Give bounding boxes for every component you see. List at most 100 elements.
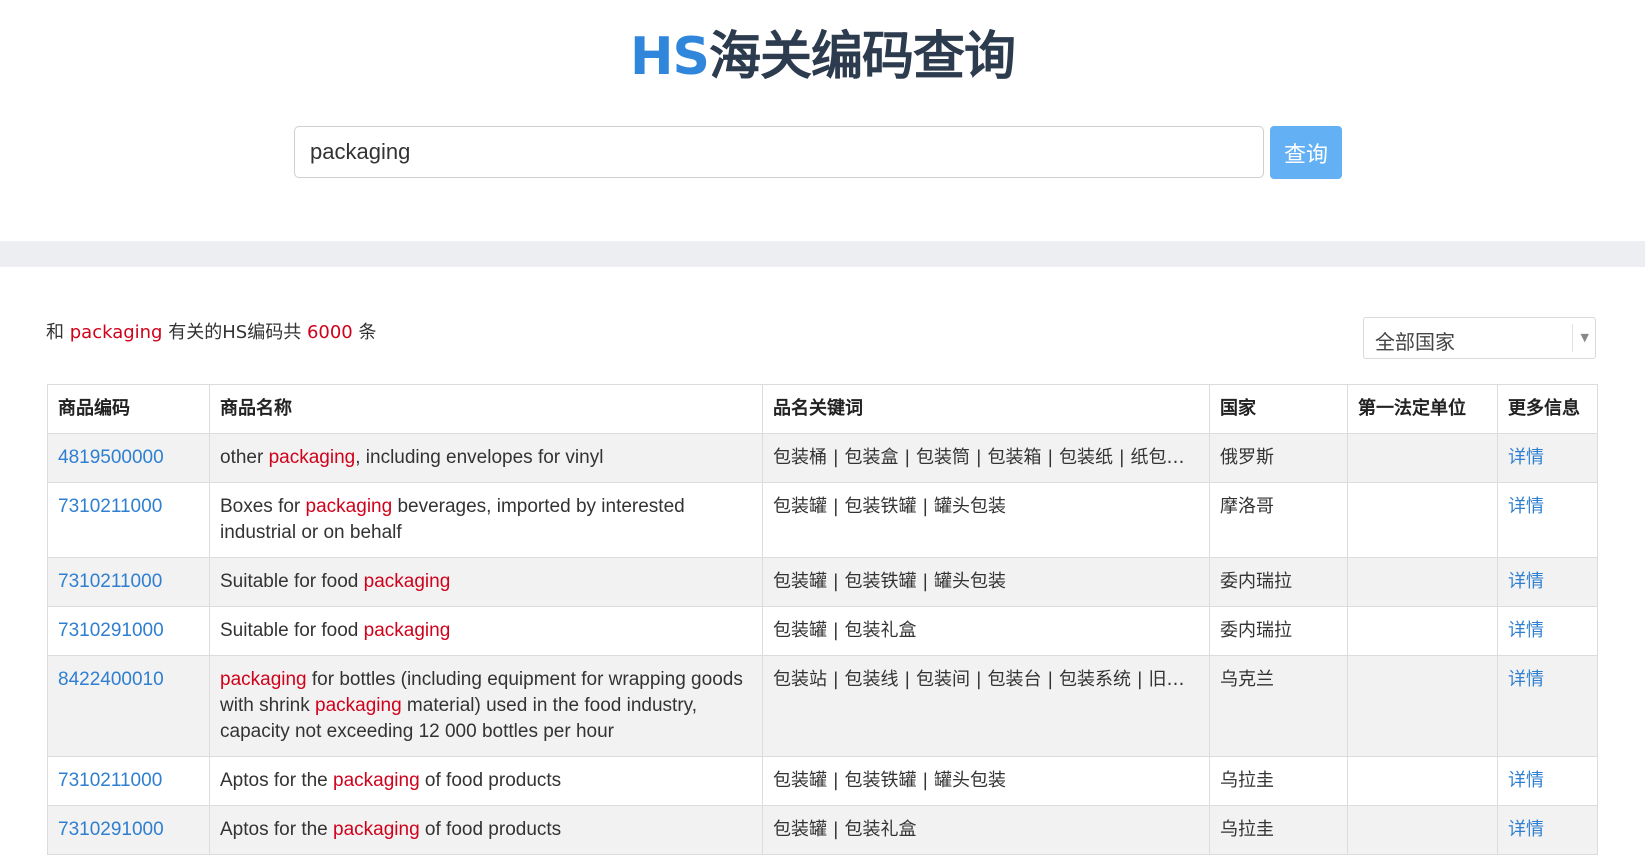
cell-more: 详情 [1497, 655, 1598, 757]
table-row: 7310291000 Aptos for the packaging of foo… [47, 805, 1598, 855]
hs-code-link[interactable]: 7310211000 [58, 571, 162, 592]
cell-unit [1347, 557, 1498, 607]
summary-middle: 有关的HS编码共 [168, 322, 302, 343]
keywords-text: 包装站 | 包装线 | 包装间 | 包装台 | 包装系统 | 旧包装机械 [773, 669, 1199, 690]
cell-code: 7310211000 [47, 756, 210, 806]
select-divider [1572, 324, 1573, 352]
name-text: Aptos for the [220, 770, 334, 791]
summary-count: 6000 [306, 322, 353, 343]
name-text: Boxes for [220, 496, 306, 517]
cell-more: 详情 [1497, 805, 1598, 855]
name-highlight: packaging [315, 695, 402, 716]
name-highlight: packaging [363, 620, 451, 641]
cell-more: 详情 [1497, 433, 1598, 483]
keywords-text: 包装罐 | 包装铁罐 | 罐头包装 [773, 496, 1007, 517]
hs-code-link[interactable]: 4819500000 [58, 447, 164, 468]
summary-keyword: packaging [69, 322, 163, 343]
hs-code-link[interactable]: 7310211000 [58, 770, 162, 791]
name-highlight: packaging [333, 770, 420, 791]
cell-unit [1347, 482, 1498, 558]
name-text: Suitable for food [220, 571, 364, 592]
cell-name: Boxes for packaging beverages, imported … [209, 482, 763, 558]
hs-code-link[interactable]: 8422400010 [58, 669, 164, 690]
header-code: 商品编码 [47, 384, 210, 434]
cell-code: 7310211000 [47, 482, 210, 558]
hs-code-link[interactable]: 7310291000 [58, 819, 164, 840]
cell-country: 摩洛哥 [1209, 482, 1348, 558]
name-text: Aptos for the [220, 819, 334, 840]
detail-link[interactable]: 详情 [1508, 620, 1544, 641]
cell-name: Aptos for the packaging of food products [209, 756, 763, 806]
cell-unit [1347, 655, 1498, 757]
cell-keywords: 包装站 | 包装线 | 包装间 | 包装台 | 包装系统 | 旧包装机械 [762, 655, 1210, 757]
cell-keywords: 包装桶 | 包装盒 | 包装筒 | 包装箱 | 包装纸 | 纸包装 | 纸制包装… [762, 433, 1210, 483]
cell-name: other packaging, including envelopes for… [209, 433, 763, 483]
cell-name: Suitable for food packaging [209, 606, 763, 656]
cell-name: packaging for bottles (including equipme… [209, 655, 763, 757]
table-row: 8422400010 packaging for bottles (includi… [47, 655, 1598, 757]
site-title-text: 海关编码查询 [708, 27, 1016, 87]
cell-unit [1347, 805, 1498, 855]
name-text: of food products [419, 819, 562, 840]
result-summary: 和 packaging 有关的HS编码共 6000 条 [46, 318, 376, 344]
header-more: 更多信息 [1497, 384, 1598, 434]
detail-link[interactable]: 详情 [1508, 496, 1544, 517]
name-highlight: packaging [333, 819, 420, 840]
table-row: 7310291000 Suitable for food packaging 包装罐… [47, 606, 1598, 656]
cell-more: 详情 [1497, 606, 1598, 656]
header-name: 商品名称 [209, 384, 763, 434]
cell-more: 详情 [1497, 756, 1598, 806]
name-highlight: packaging [220, 669, 307, 690]
detail-link[interactable]: 详情 [1508, 669, 1544, 690]
summary-suffix: 条 [358, 322, 377, 343]
detail-link[interactable]: 详情 [1508, 770, 1544, 791]
detail-link[interactable]: 详情 [1508, 447, 1544, 468]
cell-unit [1347, 756, 1498, 806]
cell-country: 俄罗斯 [1209, 433, 1348, 483]
cell-unit [1347, 606, 1498, 656]
cell-country: 乌拉圭 [1209, 805, 1348, 855]
table-row: 7310211000 Boxes for packaging beverages,… [47, 482, 1598, 558]
country-filter-value: 全部国家 [1375, 330, 1455, 354]
name-text: Suitable for food [220, 620, 364, 641]
summary-prefix: 和 [46, 322, 64, 343]
table-row: 7310211000 Aptos for the packaging of foo… [47, 756, 1598, 806]
table-header-row: 商品编码 商品名称 品名关键词 国家 第一法定单位 更多信息 [47, 384, 1598, 434]
hs-code-link[interactable]: 7310211000 [58, 496, 162, 517]
cell-country: 乌克兰 [1209, 655, 1348, 757]
cell-unit [1347, 433, 1498, 483]
detail-link[interactable]: 详情 [1508, 571, 1544, 592]
site-title-prefix: HS [630, 27, 710, 87]
header-unit: 第一法定单位 [1347, 384, 1498, 434]
cell-keywords: 包装罐 | 包装铁罐 | 罐头包装 [762, 756, 1210, 806]
name-highlight: packaging [363, 571, 451, 592]
country-filter-select[interactable]: 全部国家 ▼ [1363, 317, 1596, 359]
keywords-text: 包装罐 | 包装铁罐 | 罐头包装 [773, 571, 1007, 592]
cell-more: 详情 [1497, 482, 1598, 558]
cell-more: 详情 [1497, 557, 1598, 607]
cell-name: Aptos for the packaging of food products [209, 805, 763, 855]
keywords-text: 包装罐 | 包装礼盒 [773, 620, 917, 641]
cell-name: Suitable for food packaging [209, 557, 763, 607]
header-keywords: 品名关键词 [762, 384, 1210, 434]
cell-keywords: 包装罐 | 包装铁罐 | 罐头包装 [762, 557, 1210, 607]
cell-code: 7310291000 [47, 805, 210, 855]
keywords-text: 包装罐 | 包装礼盒 [773, 819, 917, 840]
name-highlight: packaging [268, 447, 356, 468]
cell-keywords: 包装罐 | 包装铁罐 | 罐头包装 [762, 482, 1210, 558]
keywords-text: 包装罐 | 包装铁罐 | 罐头包装 [773, 770, 1007, 791]
cell-keywords: 包装罐 | 包装礼盒 [762, 805, 1210, 855]
site-title: HS海关编码查询 [0, 24, 1645, 90]
search-input[interactable] [294, 126, 1264, 178]
name-text: of food products [419, 770, 562, 791]
cell-country: 委内瑞拉 [1209, 606, 1348, 656]
header-country: 国家 [1209, 384, 1348, 434]
table-row: 7310211000 Suitable for food packaging 包装罐… [47, 557, 1598, 607]
search-button[interactable]: 查询 [1270, 126, 1342, 179]
name-text: , including envelopes for vinyl [355, 447, 604, 468]
hs-code-link[interactable]: 7310291000 [58, 620, 164, 641]
cell-code: 4819500000 [47, 433, 210, 483]
detail-link[interactable]: 详情 [1508, 819, 1544, 840]
name-highlight: packaging [305, 496, 393, 517]
table-row: 4819500000 other packaging, including env… [47, 433, 1598, 483]
